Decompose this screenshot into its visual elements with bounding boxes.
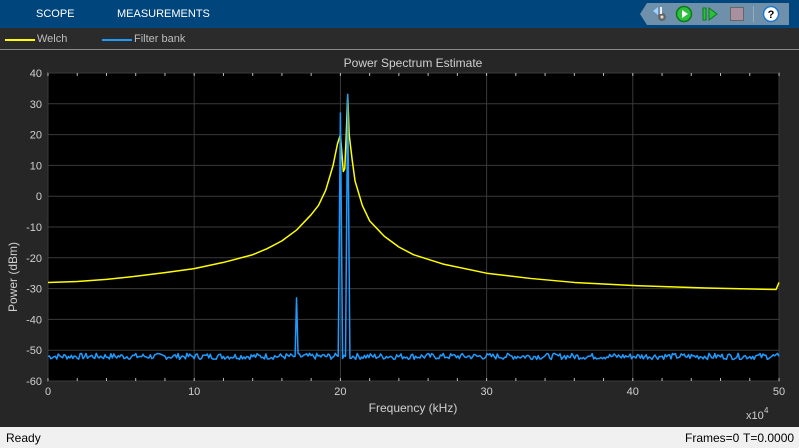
legend-line-filter-bank [102,39,132,41]
svg-text:?: ? [768,9,775,21]
x-tick-label: 0 [45,386,51,398]
toolbar-divider [753,6,754,22]
frames-readout: Frames=0 [685,431,740,445]
tab-measurements[interactable]: MEASUREMENTS [117,8,210,20]
y-tick-label: 10 [30,160,42,172]
settings-icon[interactable] [651,5,669,23]
x-tick-label: 50 [773,386,785,398]
y-tick-label: -30 [26,284,42,296]
legend: Welch Filter bank [0,28,799,50]
spectrum-chart: Power Spectrum Estimate 0 10 20 30 40 5040302… [6,56,785,422]
run-icon[interactable] [675,5,693,23]
y-tick-label: 0 [36,191,42,203]
y-tick-label: 20 [30,130,42,142]
toolstrip: SCOPE MEASUREMENTS ? [0,0,799,28]
legend-line-welch [5,39,35,41]
y-tick-label: 30 [30,99,42,111]
x-tick-label: 40 [627,386,639,398]
y-tick-label: -20 [26,253,42,265]
status-text: Ready [6,431,41,445]
y-tick-label: 40 [30,68,42,80]
chart-title: Power Spectrum Estimate [344,56,483,70]
time-readout: T=0.0000 [743,431,795,445]
x-multiplier: x10 [746,410,764,422]
x-axis-label: Frequency (kHz) [369,401,458,415]
tab-scope[interactable]: SCOPE [36,8,75,20]
legend-label-welch[interactable]: Welch [37,33,67,45]
status-bar: Ready Frames=0 T=0.0000 [0,427,799,448]
x-multiplier-exponent: 4 [764,406,769,415]
y-tick-label: -50 [26,345,42,357]
y-tick-label: -10 [26,222,42,234]
y-tick-label: -60 [26,376,42,388]
quick-access-toolbar: ? [640,3,789,25]
y-axis-label: Power (dBm) [6,242,20,312]
y-tick-label: -40 [26,314,42,326]
help-icon[interactable]: ? [762,5,780,23]
legend-label-filter-bank[interactable]: Filter bank [134,33,185,45]
x-tick-label: 30 [480,386,492,398]
x-tick-label: 20 [334,386,346,398]
x-tick-label: 10 [188,386,200,398]
stop-icon[interactable] [728,5,746,23]
step-forward-icon[interactable] [701,5,719,23]
